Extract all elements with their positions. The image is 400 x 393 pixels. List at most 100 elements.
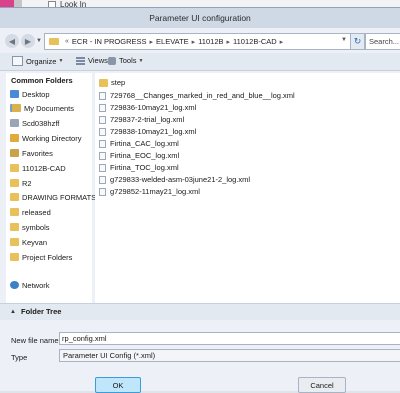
- sidebar-item-label: Desktop: [22, 89, 50, 99]
- sidebar-item-label: symbols: [22, 222, 50, 232]
- chevron-down-icon: ▼: [138, 57, 144, 64]
- toolbar: Organize ▼ Views ▼ Tools ▼: [0, 53, 400, 71]
- breadcrumb-separator-icon: ▸: [149, 38, 154, 46]
- folder-icon: [10, 179, 19, 187]
- desktop-icon: [10, 90, 19, 98]
- breadcrumb-item[interactable]: ELEVATE: [156, 37, 189, 46]
- organize-label: Organize: [26, 56, 57, 66]
- file-name: step: [111, 78, 126, 87]
- file-icon: [99, 115, 106, 124]
- cancel-button[interactable]: Cancel: [298, 377, 346, 393]
- file-name: 729838-10may21_log.xml: [110, 127, 197, 136]
- search-input[interactable]: Search...: [365, 33, 400, 50]
- drive-icon: [10, 119, 19, 127]
- list-item[interactable]: 729838-10may21_log.xml: [99, 126, 196, 137]
- file-name: Firtina_EOC_log.xml: [110, 151, 180, 160]
- forward-button[interactable]: ▶: [21, 34, 35, 48]
- arrow-left-icon: ◀: [8, 36, 16, 46]
- common-folders-pane: Common Folders Desktop My Documents Scd0…: [6, 73, 96, 303]
- sidebar-item-favorites[interactable]: Favorites: [10, 147, 53, 159]
- address-row: ◀ ▶ ▼ « ECR - IN PROGRESS ▸ ELEVATE ▸ 11…: [0, 30, 400, 52]
- sidebar-item-scd038hzff[interactable]: Scd038hzff: [10, 117, 59, 129]
- breadcrumb-separator-icon: ▸: [226, 38, 231, 46]
- file-icon: [99, 187, 106, 196]
- type-select-value: Parameter UI Config (*.xml): [63, 351, 156, 360]
- file-icon: [99, 175, 106, 184]
- sidebar-item-network[interactable]: Network: [10, 279, 50, 291]
- chevron-down-icon: ▼: [58, 58, 64, 64]
- file-name-field[interactable]: [59, 332, 400, 345]
- sidebar-item-project-folders[interactable]: Project Folders: [10, 251, 72, 263]
- sidebar-item-label: Project Folders: [22, 252, 73, 262]
- file-name-label: New file name: [11, 336, 59, 345]
- sidebar-item-label: Favorites: [22, 148, 53, 158]
- ok-button[interactable]: OK: [95, 377, 141, 393]
- list-item[interactable]: Firtina_EOC_log.xml: [99, 150, 179, 161]
- breadcrumb-item[interactable]: 11012B-CAD: [233, 37, 277, 46]
- list-item[interactable]: g729833-welded-asm-03june21-2_log.xml: [99, 174, 250, 185]
- documents-icon: [10, 104, 21, 112]
- sidebar-item-keyvan[interactable]: Keyvan: [10, 236, 47, 248]
- history-dropdown-icon[interactable]: ▼: [36, 38, 42, 44]
- address-bar[interactable]: « ECR - IN PROGRESS ▸ ELEVATE ▸ 11012B ▸…: [44, 33, 351, 50]
- type-select[interactable]: Parameter UI Config (*.xml): [59, 349, 400, 362]
- file-icon: [99, 151, 106, 160]
- file-icon: [99, 103, 106, 112]
- tools-label: Tools: [119, 56, 137, 65]
- sidebar-item-label: DRAWING FORMATS: [22, 192, 97, 202]
- folder-icon: [49, 38, 59, 45]
- list-item[interactable]: 729768__Changes_marked_in_red_and_blue__…: [99, 90, 295, 101]
- breadcrumb-item[interactable]: ECR - IN PROGRESS: [72, 37, 147, 46]
- folder-icon: [10, 164, 19, 172]
- sidebar-item-label: Network: [22, 280, 50, 290]
- type-label: Type: [11, 353, 28, 362]
- arrow-right-icon: ▶: [24, 36, 32, 46]
- sidebar-item-label: Working Directory: [22, 133, 82, 143]
- folder-icon: [10, 253, 19, 261]
- file-list-pane: step 729768__Changes_marked_in_red_and_b…: [95, 73, 400, 303]
- sidebar-item-drawing-formats[interactable]: DRAWING FORMATS: [10, 191, 96, 203]
- sidebar-item-desktop[interactable]: Desktop: [10, 88, 50, 100]
- common-folders-header: Common Folders: [11, 76, 73, 85]
- favorites-icon: [10, 149, 19, 157]
- views-icon: [76, 56, 85, 65]
- sidebar-item-label: Keyvan: [22, 237, 48, 247]
- chevron-up-icon: ▲: [10, 309, 16, 315]
- sidebar-item-released[interactable]: released: [10, 206, 51, 218]
- list-item[interactable]: Firtina_TOC_log.xml: [99, 162, 179, 173]
- network-icon: [10, 281, 19, 289]
- file-name: Firtina_TOC_log.xml: [110, 163, 179, 172]
- file-icon: [99, 91, 106, 100]
- breadcrumb-separator-icon: ▸: [191, 38, 196, 46]
- folder-icon: [10, 193, 19, 201]
- file-name: 729836-10may21_log.xml: [110, 103, 197, 112]
- sidebar-item-working-directory[interactable]: Working Directory: [10, 132, 81, 144]
- list-item[interactable]: 729836-10may21_log.xml: [99, 102, 196, 113]
- sidebar-item-label: released: [22, 207, 51, 217]
- organize-icon: [12, 56, 23, 66]
- refresh-icon: ↻: [353, 36, 362, 46]
- sidebar-item-11012b-cad[interactable]: 11012B-CAD: [10, 162, 66, 174]
- folder-icon: [10, 223, 19, 231]
- refresh-button[interactable]: ↻: [350, 33, 365, 50]
- sidebar-item-symbols[interactable]: symbols: [10, 221, 50, 233]
- folder-tree-label: Folder Tree: [21, 307, 62, 316]
- back-button[interactable]: ◀: [5, 34, 19, 48]
- sidebar-item-r2[interactable]: R2: [10, 177, 32, 189]
- list-item[interactable]: g729852-11may21_log.xml: [99, 186, 200, 197]
- sidebar-item-label: Scd038hzff: [22, 118, 60, 128]
- list-item[interactable]: step: [99, 77, 125, 88]
- organize-button[interactable]: Organize ▼: [12, 56, 63, 66]
- sidebar-item-my-documents[interactable]: My Documents: [10, 102, 74, 114]
- file-name: g729852-11may21_log.xml: [110, 187, 200, 196]
- list-item[interactable]: Firtina_CAC_log.xml: [99, 138, 179, 149]
- sidebar-item-label: R2: [22, 178, 32, 188]
- tools-button[interactable]: Tools ▼: [108, 56, 143, 65]
- breadcrumb-item[interactable]: 11012B: [198, 37, 223, 46]
- folder-tree-toggle[interactable]: ▲ Folder Tree: [0, 303, 400, 320]
- breadcrumb-separator-icon: «: [65, 38, 69, 45]
- list-item[interactable]: 729837-2-trial_log.xml: [99, 114, 184, 125]
- search-placeholder: Search...: [369, 37, 400, 46]
- address-dropdown-icon[interactable]: ▼: [341, 37, 347, 43]
- folder-icon: [10, 238, 19, 246]
